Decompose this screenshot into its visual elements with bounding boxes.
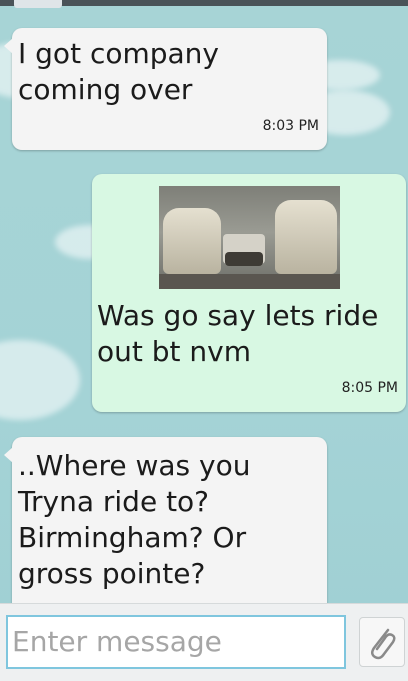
message-text: Was go say lets ride out bt nvm [97,299,379,368]
top-bar [0,0,408,8]
console-panel [225,252,263,266]
message-input-placeholder: Enter message [12,625,222,658]
bubble-tail [4,447,13,463]
message-timestamp: 8:03 PM [262,118,319,134]
message-text: I got company coming over [18,37,219,106]
message-input[interactable]: Enter message [6,615,346,669]
car-interior-photo[interactable] [159,186,340,289]
message-bubble-incoming[interactable]: I got company coming over 8:03 PM [4,28,327,150]
message-composer: Enter message [0,603,408,681]
message-bubble-incoming[interactable]: ..Where was you Tryna ride to? Birmingha… [4,437,327,627]
message-timestamp: 8:05 PM [341,380,398,396]
seat-right [275,200,337,274]
bubble-tail [4,38,13,54]
paperclip-icon [371,628,396,660]
message-bubble-outgoing[interactable]: Was go say lets ride out bt nvm 8:05 PM [92,174,406,412]
seat-left [163,208,221,274]
message-text: ..Where was you Tryna ride to? Birmingha… [18,449,251,590]
top-tab [14,0,62,8]
attach-button[interactable] [359,617,405,667]
